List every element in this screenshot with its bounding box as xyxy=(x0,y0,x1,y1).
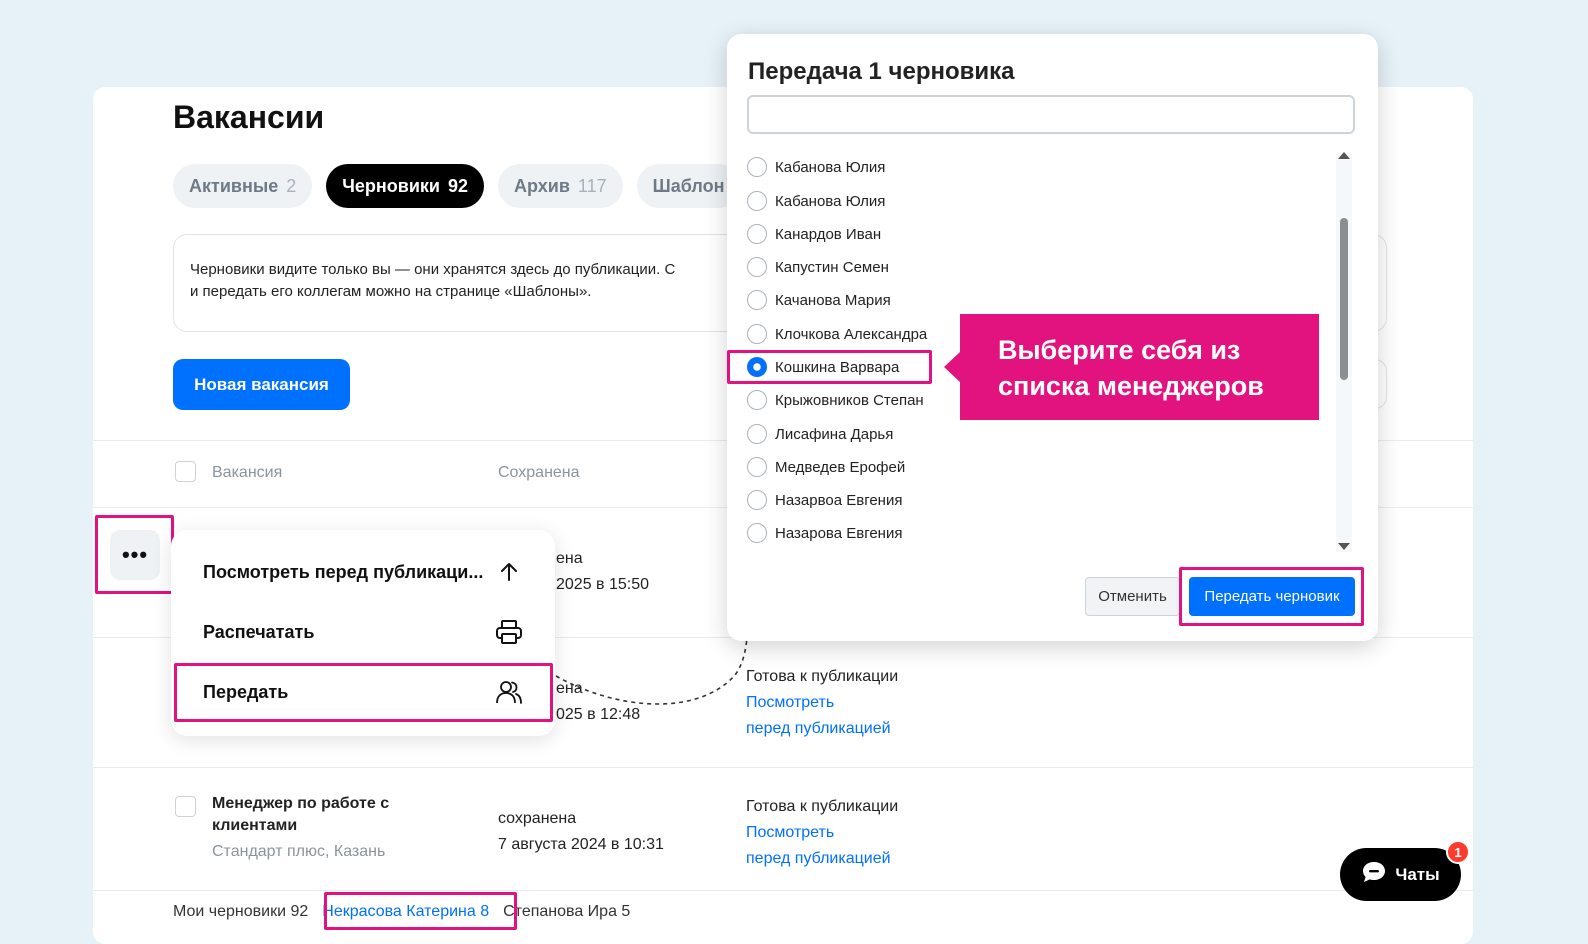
manager-name: Качанова Мария xyxy=(775,291,891,309)
row-saved-label: ена xyxy=(556,680,583,697)
chat-bubble-icon xyxy=(1361,860,1387,889)
radio-button[interactable] xyxy=(747,257,767,277)
row-saved-date: 025 в 12:48 xyxy=(556,706,641,723)
cancel-button[interactable]: Отменить xyxy=(1085,577,1180,616)
unread-badge: 1 xyxy=(1446,840,1470,864)
vacancy-title[interactable]: Менеджер по работе с xyxy=(212,793,389,815)
manager-option[interactable]: Клочкова Александра xyxy=(747,320,927,348)
manager-name: Клочкова Александра xyxy=(775,325,928,343)
menu-item-print[interactable]: Распечатать xyxy=(203,612,523,652)
radio-button[interactable] xyxy=(747,290,767,310)
row-preview-link[interactable]: перед публикацией xyxy=(746,846,891,872)
manager-name: Кабанова Юлия xyxy=(775,158,886,176)
manager-option[interactable]: Кабанова Юлия xyxy=(747,153,885,181)
tab-label: Активные xyxy=(189,175,279,196)
callout-text: списка менеджеров xyxy=(998,371,1264,401)
manager-option[interactable]: Назарова Евгения xyxy=(747,519,902,547)
row-status: Готова к публикации xyxy=(746,798,899,815)
row-saved-label: ена xyxy=(556,550,583,567)
highlight-frame xyxy=(1179,567,1364,626)
manager-option[interactable]: Капустин Семен xyxy=(747,253,889,281)
tab-count: 117 xyxy=(577,175,607,196)
scrollbar-thumb[interactable] xyxy=(1340,218,1348,380)
tab-label: Шаблон xyxy=(652,175,725,196)
callout-pointer xyxy=(944,352,960,382)
chats-label: Чаты xyxy=(1395,864,1440,884)
manager-option[interactable]: Кабанова Юлия xyxy=(747,187,885,215)
radio-button[interactable] xyxy=(747,490,767,510)
radio-button[interactable] xyxy=(747,390,767,410)
tab-count: 2 xyxy=(286,175,297,196)
callout-text: Выберите себя из xyxy=(998,335,1241,365)
radio-button[interactable] xyxy=(747,224,767,244)
row-preview-link[interactable]: Посмотреть xyxy=(746,690,834,716)
tab-archive[interactable]: Архив 117 xyxy=(498,164,623,208)
arrow-up-icon xyxy=(495,558,523,586)
status-tabs: Активные 2 Черновики 92 Архив 117 Шаблон xyxy=(173,164,741,208)
manager-name: Медведев Ерофей xyxy=(775,458,906,476)
row-saved-label: сохранена xyxy=(498,810,577,827)
row-preview-link[interactable]: Посмотреть xyxy=(746,820,834,846)
row-preview-link[interactable]: перед публикацией xyxy=(746,716,891,742)
manager-name: Крыжовников Степан xyxy=(775,391,924,409)
radio-button[interactable] xyxy=(747,157,767,177)
highlight-frame xyxy=(727,350,932,384)
highlight-frame xyxy=(95,515,174,594)
row-checkbox[interactable] xyxy=(175,796,196,817)
manager-search-input[interactable] xyxy=(747,95,1355,134)
divider xyxy=(93,767,1473,768)
tab-drafts[interactable]: Черновики 92 xyxy=(326,164,484,208)
radio-button[interactable] xyxy=(747,424,767,444)
manager-option[interactable]: Крыжовников Степан xyxy=(747,386,924,414)
divider xyxy=(93,890,1473,891)
scroll-down-arrow-icon[interactable] xyxy=(1338,543,1350,550)
column-header-saved: Сохранена xyxy=(498,464,580,481)
printer-icon xyxy=(495,618,523,646)
tab-count: 92 xyxy=(447,175,468,196)
manager-name: Лисафина Дарья xyxy=(775,425,894,443)
tab-templates[interactable]: Шаблон xyxy=(636,164,741,208)
hint-callout: Выберите себя из списка менеджеров xyxy=(944,314,1319,420)
radio-button[interactable] xyxy=(747,191,767,211)
column-header-vacancy: Вакансия xyxy=(212,464,283,481)
manager-name: Назарова Евгения xyxy=(775,524,903,542)
radio-button[interactable] xyxy=(747,457,767,477)
list-scrollbar[interactable] xyxy=(1336,152,1352,552)
manager-option[interactable]: Канардов Иван xyxy=(747,220,881,248)
highlight-frame xyxy=(324,892,517,930)
vacancy-subtitle: Стандарт плюс, Казань xyxy=(212,843,386,860)
dialog-title: Передача 1 черновика xyxy=(748,58,1015,85)
row-saved-date: 2025 в 15:50 xyxy=(556,576,650,593)
menu-item-preview[interactable]: Посмотреть перед публикаци... xyxy=(203,552,523,592)
row-status: Готова к публикации xyxy=(746,668,899,685)
manager-option[interactable]: Качанова Мария xyxy=(747,286,891,314)
select-all-checkbox[interactable] xyxy=(175,461,196,482)
page-title: Вакансии xyxy=(173,99,325,135)
owner-tab-mine[interactable]: Мои черновики 92 xyxy=(173,903,308,921)
radio-button[interactable] xyxy=(747,324,767,344)
row-saved-date: 7 августа 2024 в 10:31 xyxy=(498,836,664,853)
manager-name: Капустин Семен xyxy=(775,258,889,276)
manager-name: Кабанова Юлия xyxy=(775,192,886,210)
manager-option[interactable]: Лисафина Дарья xyxy=(747,420,893,448)
new-vacancy-button[interactable]: Новая вакансия xyxy=(173,359,350,410)
manager-name: Назарвоа Евгения xyxy=(775,491,903,509)
manager-name: Канардов Иван xyxy=(775,225,882,243)
menu-item-label: Распечатать xyxy=(203,621,315,642)
vacancy-title[interactable]: клиентами xyxy=(212,815,297,837)
manager-option[interactable]: Медведев Ерофей xyxy=(747,453,905,481)
chats-button[interactable]: Чаты xyxy=(1340,848,1461,901)
radio-button[interactable] xyxy=(747,523,767,543)
scroll-up-arrow-icon[interactable] xyxy=(1338,152,1350,159)
tab-label: Черновики xyxy=(342,175,440,196)
tab-label: Архив xyxy=(514,175,570,196)
manager-option[interactable]: Назарвоа Евгения xyxy=(747,486,902,514)
owner-tab-colleague[interactable]: Степанова Ира 5 xyxy=(503,903,630,921)
menu-item-label: Посмотреть перед публикаци... xyxy=(203,561,484,582)
tab-active[interactable]: Активные 2 xyxy=(173,164,313,208)
highlight-frame xyxy=(174,663,553,722)
